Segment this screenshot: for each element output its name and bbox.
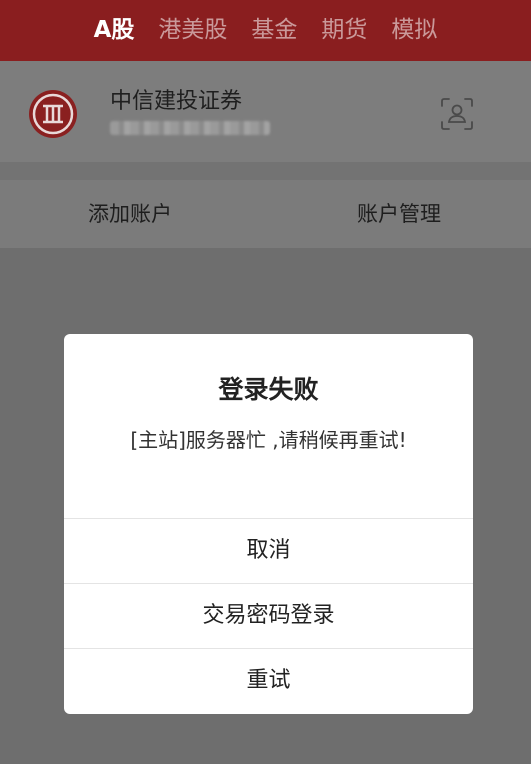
password-login-button[interactable]: 交易密码登录 [64,583,473,647]
add-account-button[interactable]: 添加账户 [88,180,172,248]
masked-account-number [110,121,270,135]
tab-futures[interactable]: 期货 [309,0,379,61]
app-screen: A股 港美股 基金 期货 模拟 中信建投证券 添加账户 账户管理 登录失败 [主… [0,0,531,764]
tab-simulation[interactable]: 模拟 [379,0,449,61]
citic-logo-icon [29,90,77,138]
dialog-title: 登录失败 [218,375,319,404]
tab-funds[interactable]: 基金 [239,0,309,61]
face-id-icon[interactable] [440,97,474,131]
broker-account-card[interactable]: 中信建投证券 [0,61,531,162]
broker-name: 中信建投证券 [110,89,243,114]
account-actions-row: 添加账户 账户管理 [0,180,531,248]
tab-a-shares[interactable]: A股 [82,0,147,61]
login-failed-dialog: 登录失败 [主站]服务器忙 ,请稍候再重试! 取消 交易密码登录 重试 [64,334,473,714]
cancel-button[interactable]: 取消 [64,518,473,582]
tab-hk-us-stocks[interactable]: 港美股 [146,0,239,61]
manage-account-button[interactable]: 账户管理 [357,180,441,248]
dialog-message: [主站]服务器忙 ,请稍候再重试! [130,428,407,452]
section-divider [0,162,531,180]
retry-button[interactable]: 重试 [64,648,473,714]
market-tab-bar: A股 港美股 基金 期货 模拟 [0,0,531,61]
